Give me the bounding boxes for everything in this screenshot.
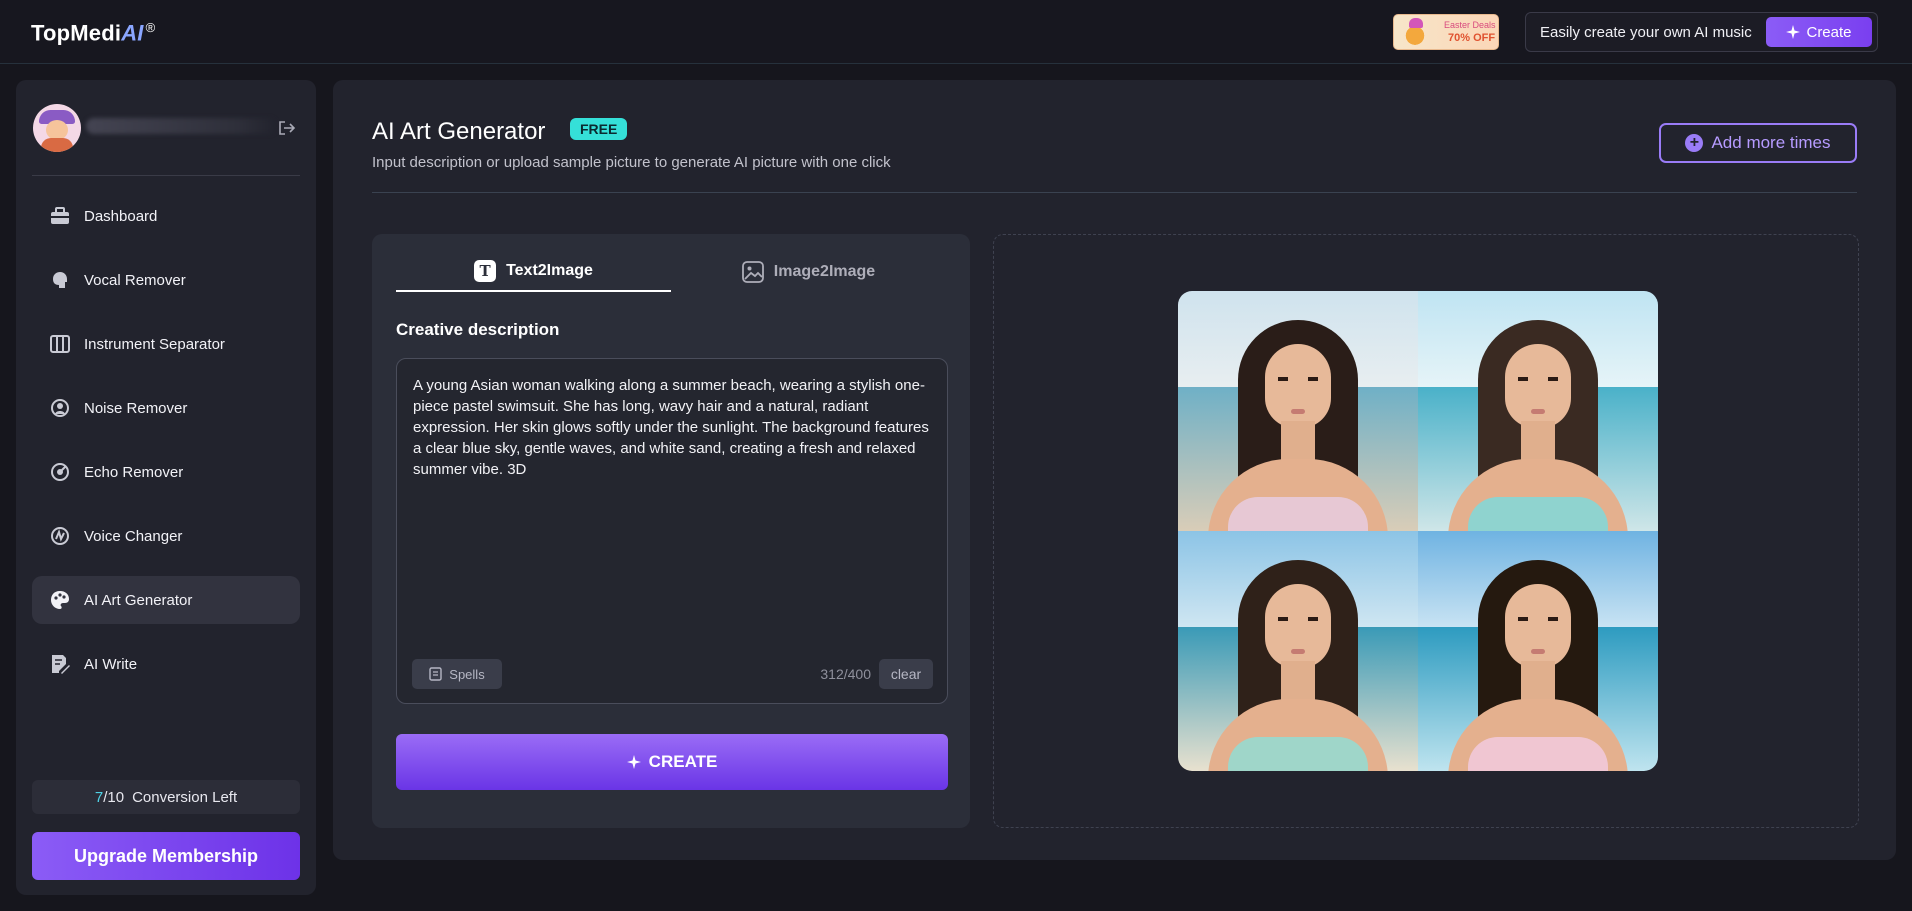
generated-image[interactable] — [1418, 531, 1658, 771]
logo-text: TopMedi — [31, 20, 122, 46]
sparkle-icon — [626, 755, 641, 769]
sidebar-nav: Dashboard Vocal Remover Instrument Separ… — [32, 192, 300, 704]
sidebar-divider — [32, 175, 300, 176]
conversion-used: 7 — [94, 788, 104, 806]
main-panel: AI Art Generator FREE Input description … — [333, 80, 1896, 860]
spells-label: Spells — [449, 666, 485, 682]
tab-label: Text2Image — [506, 262, 593, 279]
logout-icon[interactable] — [278, 120, 296, 136]
sidebar-item-dashboard[interactable]: Dashboard — [32, 192, 300, 240]
easter-deals-banner[interactable]: Easter Deals 70% OFF — [1393, 14, 1499, 50]
text-t-icon: T — [474, 260, 497, 282]
top-bar: TopMediAI ® Easter Deals 70% OFF Easily c… — [0, 0, 1912, 64]
avatar[interactable] — [33, 104, 81, 152]
page-title: AI Art Generator — [372, 118, 546, 145]
sidebar-item-instrument-separator[interactable]: Instrument Separator — [32, 320, 300, 368]
sidebar-item-voice-changer[interactable]: Voice Changer — [32, 512, 300, 560]
tab-text2image[interactable]: T Text2Image — [396, 252, 671, 292]
conversion-counter: 7 /10 Conversion Left — [32, 780, 300, 814]
creative-description-label: Creative description — [396, 320, 560, 339]
sidebar-item-label: Voice Changer — [84, 527, 183, 545]
sparkle-icon — [1786, 25, 1801, 39]
logo-ai-text: AI — [121, 20, 144, 46]
promo-discount: 70% OFF — [1448, 32, 1496, 44]
registered-mark: ® — [145, 20, 156, 35]
logo[interactable]: TopMediAI ® — [31, 20, 155, 46]
head-voice-icon — [50, 270, 70, 290]
sidebar-item-label: AI Write — [84, 655, 138, 673]
sidebar-item-echo-remover[interactable]: Echo Remover — [32, 448, 300, 496]
sidebar-item-label: Noise Remover — [84, 399, 188, 417]
add-more-times-label: Add more times — [1711, 133, 1831, 152]
tab-image2image[interactable]: Image2Image — [671, 252, 946, 292]
generated-image[interactable] — [1418, 291, 1658, 531]
sidebar: Dashboard Vocal Remover Instrument Separ… — [16, 80, 316, 895]
page-subtitle: Input description or upload sample pictu… — [372, 154, 891, 171]
header-divider — [372, 192, 1857, 193]
generated-image-grid — [1178, 291, 1658, 771]
clear-button[interactable]: clear — [879, 659, 933, 689]
sidebar-item-label: Instrument Separator — [84, 335, 225, 353]
plus-circle-icon: + — [1685, 134, 1704, 152]
sidebar-item-ai-art-generator[interactable]: AI Art Generator — [32, 576, 300, 624]
description-textarea[interactable]: A young Asian woman walking along a summ… — [396, 358, 948, 704]
noise-icon — [50, 398, 70, 418]
upgrade-membership-button[interactable]: Upgrade Membership — [32, 832, 300, 880]
echo-icon — [50, 462, 70, 482]
briefcase-icon — [50, 206, 70, 226]
ai-music-text: Easily create your own AI music — [1540, 24, 1752, 41]
book-icon — [429, 667, 442, 681]
sidebar-item-vocal-remover[interactable]: Vocal Remover — [32, 256, 300, 304]
palette-icon — [50, 590, 70, 610]
sidebar-item-label: Echo Remover — [84, 463, 184, 481]
sidebar-item-ai-write[interactable]: AI Write — [32, 640, 300, 688]
ai-music-promo: Easily create your own AI music Create — [1525, 12, 1878, 52]
generated-image[interactable] — [1178, 531, 1418, 771]
conversion-label: Conversion Left — [132, 788, 238, 806]
conversion-total: /10 — [103, 788, 125, 806]
add-more-times-button[interactable]: + Add more times — [1659, 123, 1857, 163]
spells-button[interactable]: Spells — [412, 659, 502, 689]
image-icon — [741, 261, 764, 283]
sidebar-item-label: Dashboard — [84, 207, 158, 225]
generated-image[interactable] — [1178, 291, 1418, 531]
voice-changer-icon — [50, 526, 70, 546]
username-blurred — [86, 118, 276, 134]
sidebar-item-noise-remover[interactable]: Noise Remover — [32, 384, 300, 432]
piano-icon — [50, 334, 70, 354]
free-badge: FREE — [570, 118, 628, 140]
tab-label: Image2Image — [773, 263, 876, 280]
create-label: CREATE — [648, 752, 718, 771]
header-create-label: Create — [1806, 23, 1852, 41]
sidebar-item-label: Vocal Remover — [84, 271, 186, 289]
gift-icon — [1402, 18, 1428, 46]
sidebar-item-label: AI Art Generator — [84, 591, 193, 609]
preview-area — [993, 234, 1859, 828]
promo-title: Easter Deals — [1444, 20, 1496, 30]
create-button[interactable]: CREATE — [396, 734, 948, 790]
description-text[interactable]: A young Asian woman walking along a summ… — [413, 375, 933, 480]
write-icon — [50, 654, 70, 674]
generator-form: T Text2Image Image2Image Creative descri… — [372, 234, 970, 828]
header-create-button[interactable]: Create — [1766, 17, 1872, 47]
character-counter: 312/400 — [820, 666, 871, 682]
